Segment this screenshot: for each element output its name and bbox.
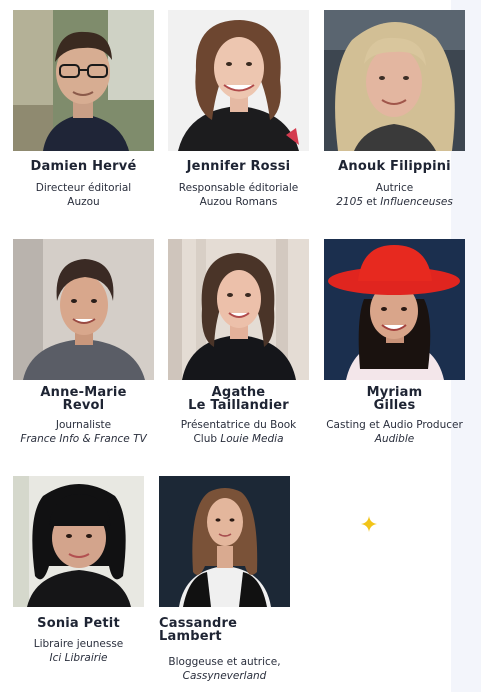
speaker-name: Myriam Gilles: [366, 385, 423, 413]
speaker-role: Autrice 2105 et Influenceuses: [336, 182, 453, 208]
speaker-name: Sonia Petit: [37, 616, 120, 631]
speaker-card-anne-marie-revol: Anne-Marie Revol Journaliste France Info…: [13, 239, 154, 449]
sparkle-icon: [361, 516, 377, 532]
speaker-role: Responsable éditoriale Auzou Romans: [178, 182, 299, 208]
speaker-name: Jennifer Rossi: [186, 159, 291, 174]
speaker-role: Libraire jeunesse Ici Librairie: [33, 638, 124, 664]
speaker-card-cassandre-lambert: Cassandre Lambert Bloggeuse et autrice, …: [159, 476, 290, 686]
speaker-role: Bloggeuse et autrice, Cassyneverland: [168, 656, 281, 682]
speaker-photo: [159, 476, 290, 607]
speaker-name: Agathe Le Taillandier: [188, 385, 289, 413]
speaker-card-agathe-le-taillandier: Agathe Le Taillandier Présentatrice du B…: [168, 239, 309, 449]
speaker-card-jennifer-rossi: Jennifer Rossi Responsable éditoriale Au…: [168, 10, 309, 210]
speaker-photo: [324, 10, 465, 151]
speaker-card-sonia-petit: Sonia Petit Libraire jeunesse Ici Librai…: [13, 476, 144, 676]
speaker-name: Anouk Filippini: [338, 159, 451, 174]
speaker-photo: [13, 476, 144, 607]
speaker-photo: [324, 239, 465, 380]
speaker-name: Anne-Marie Revol: [40, 385, 127, 413]
speaker-photo: [168, 10, 309, 151]
speaker-photo: [13, 239, 154, 380]
speaker-role: Journaliste France Info & France TV: [20, 419, 147, 445]
speaker-role: Casting et Audio Producer Audible: [326, 419, 463, 445]
speaker-card-damien-herve: Damien Hervé Directeur éditorial Auzou: [13, 10, 154, 210]
speaker-card-myriam-gilles: Myriam Gilles Casting et Audio Producer …: [324, 239, 465, 449]
speaker-photo: [13, 10, 154, 151]
speaker-name: Cassandre Lambert: [159, 616, 238, 644]
speaker-name: Damien Hervé: [30, 159, 137, 174]
speaker-role: Présentatrice du Book Club Louie Media: [180, 419, 297, 445]
speaker-card-anouk-filippini: Anouk Filippini Autrice 2105 et Influenc…: [324, 10, 465, 210]
speaker-photo: [168, 239, 309, 380]
speaker-role: Directeur éditorial Auzou: [35, 182, 132, 208]
